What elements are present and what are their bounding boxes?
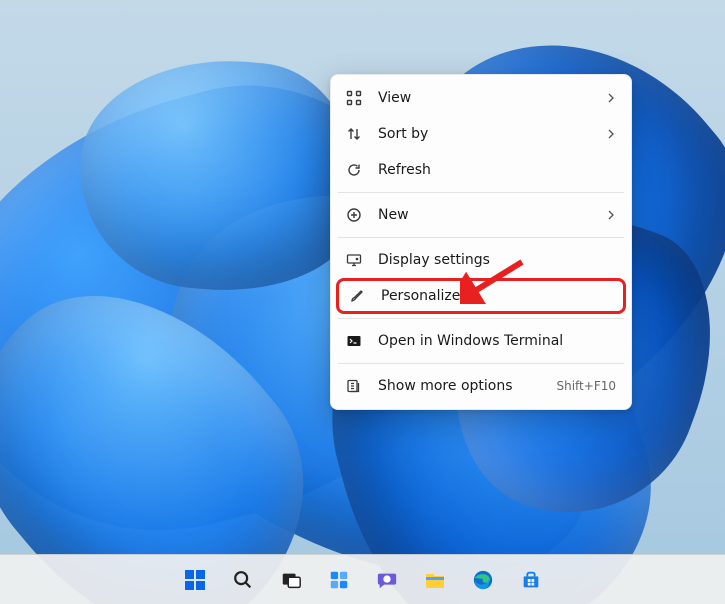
menu-separator [338, 237, 624, 238]
edge-button[interactable] [462, 559, 504, 601]
edge-icon [470, 567, 496, 593]
chat-icon [374, 567, 400, 593]
file-explorer-icon [422, 567, 448, 593]
terminal-icon [344, 331, 364, 351]
menu-item-sort-by[interactable]: Sort by [336, 116, 626, 152]
refresh-icon [344, 160, 364, 180]
menu-separator [338, 192, 624, 193]
chat-button[interactable] [366, 559, 408, 601]
personalize-icon [347, 286, 367, 306]
chevron-right-icon [606, 210, 616, 220]
desktop-context-menu: View Sort by [330, 74, 632, 410]
more-options-icon [344, 376, 364, 396]
search-button[interactable] [222, 559, 264, 601]
menu-item-label: Refresh [378, 162, 616, 178]
store-icon [518, 567, 544, 593]
widgets-button[interactable] [318, 559, 360, 601]
menu-item-shortcut: Shift+F10 [556, 379, 616, 393]
menu-item-view[interactable]: View [336, 80, 626, 116]
menu-item-label: Show more options [378, 378, 556, 394]
start-button[interactable] [174, 559, 216, 601]
menu-item-label: Sort by [378, 126, 606, 142]
microsoft-store-button[interactable] [510, 559, 552, 601]
chevron-right-icon [606, 129, 616, 139]
menu-item-display-settings[interactable]: Display settings [336, 242, 626, 278]
grid-icon [344, 88, 364, 108]
menu-item-label: Open in Windows Terminal [378, 333, 616, 349]
windows-logo-icon [182, 567, 208, 593]
taskbar [0, 554, 725, 604]
menu-item-open-terminal[interactable]: Open in Windows Terminal [336, 323, 626, 359]
chevron-right-icon [606, 93, 616, 103]
task-view-button[interactable] [270, 559, 312, 601]
menu-item-show-more-options[interactable]: Show more options Shift+F10 [336, 368, 626, 404]
widgets-icon [326, 567, 352, 593]
sort-icon [344, 124, 364, 144]
menu-item-label: Personalize [381, 288, 613, 304]
task-view-icon [278, 567, 304, 593]
menu-item-label: New [378, 207, 606, 223]
desktop[interactable]: View Sort by [0, 0, 725, 604]
menu-separator [338, 318, 624, 319]
menu-item-refresh[interactable]: Refresh [336, 152, 626, 188]
menu-item-personalize[interactable]: Personalize [336, 278, 626, 314]
menu-item-label: Display settings [378, 252, 616, 268]
menu-item-label: View [378, 90, 606, 106]
search-icon [230, 567, 256, 593]
file-explorer-button[interactable] [414, 559, 456, 601]
new-icon [344, 205, 364, 225]
menu-separator [338, 363, 624, 364]
display-settings-icon [344, 250, 364, 270]
menu-item-new[interactable]: New [336, 197, 626, 233]
